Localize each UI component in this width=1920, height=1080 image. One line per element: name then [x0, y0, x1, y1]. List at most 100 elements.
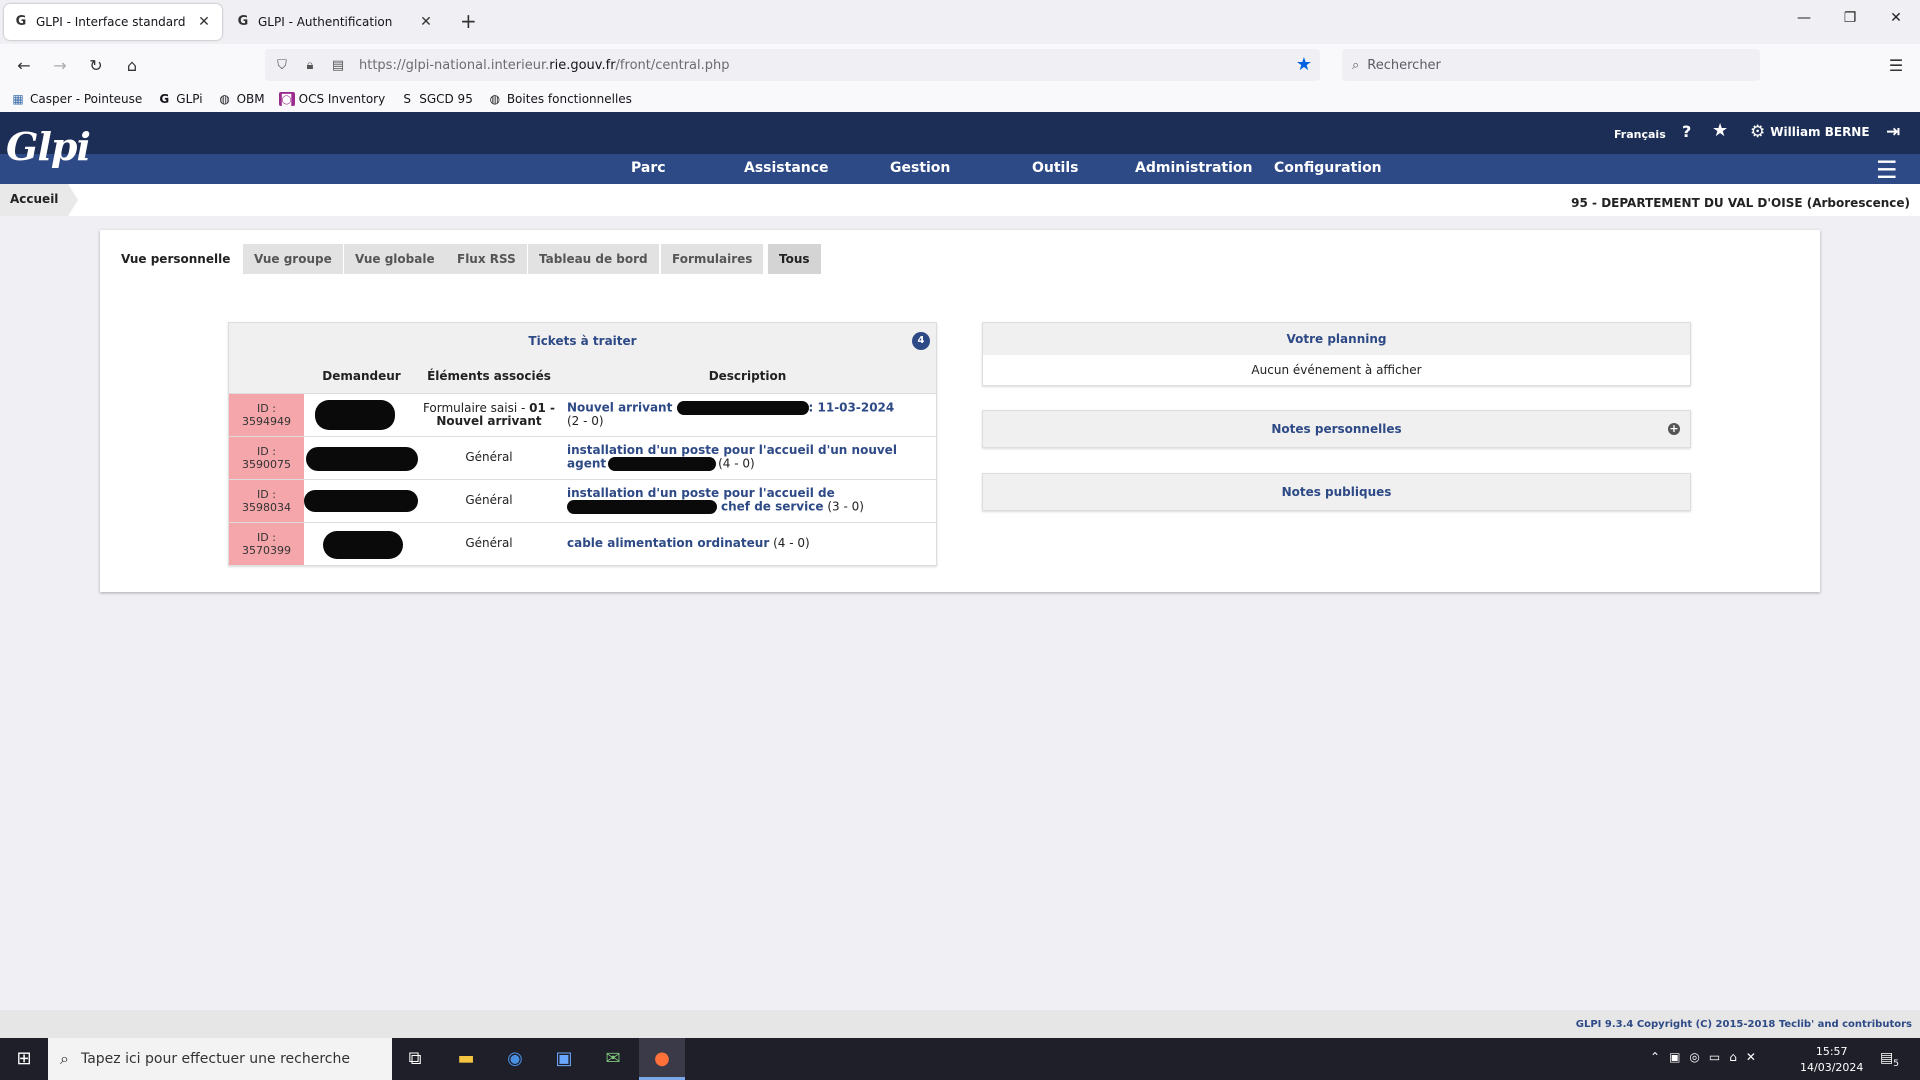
bookmark-casper[interactable]: ▦ Casper - Pointeuse — [10, 92, 142, 106]
menu-parc[interactable]: Parc — [631, 160, 666, 176]
ticket-id[interactable]: ID :3598034 — [229, 478, 304, 522]
table-row[interactable]: ID :3598034 Général installation d'un po… — [229, 478, 936, 522]
tab-formulaires[interactable]: Formulaires — [661, 244, 764, 274]
reload-icon[interactable]: ↻ — [84, 54, 108, 78]
chrome-icon[interactable]: ◉ — [492, 1038, 538, 1080]
ticket-link-date[interactable]: : 11-03-2024 — [809, 401, 895, 415]
add-note-icon[interactable]: + — [1668, 423, 1680, 435]
menu-administration[interactable]: Administration — [1135, 160, 1252, 176]
close-icon[interactable]: ✕ — [418, 14, 434, 30]
menu-outils[interactable]: Outils — [1032, 160, 1079, 176]
table-row[interactable]: ID :3570399 Général cable alimentation o… — [229, 521, 936, 565]
volume-muted-icon[interactable]: ✕ — [1746, 1050, 1756, 1064]
ticket-id[interactable]: ID :3594949 — [229, 392, 304, 436]
network-icon[interactable]: ⌂ — [1729, 1050, 1737, 1064]
public-notes-box: Notes publiques — [982, 473, 1691, 511]
bookmark-sgcd-95[interactable]: S SGCD 95 — [399, 92, 472, 106]
windows-start-icon[interactable]: ⊞ — [0, 1038, 48, 1080]
taskbar-clock[interactable]: 15:57 14/03/2024 — [1800, 1044, 1863, 1076]
assoc-prefix: Formulaire saisi - — [422, 400, 530, 415]
remote-desktop-icon[interactable]: ▣ — [541, 1038, 587, 1080]
help-icon[interactable]: ? — [1682, 122, 1691, 141]
shield-icon[interactable]: ⛉ — [271, 58, 293, 73]
browser-search-bar[interactable]: ⌕ Rechercher — [1342, 49, 1760, 81]
language-selector[interactable]: Français — [1614, 128, 1666, 141]
ticket-id[interactable]: ID :3590075 — [229, 435, 304, 479]
notification-center-icon[interactable]: ▤5 — [1880, 1050, 1899, 1069]
home-icon[interactable]: ⌂ — [120, 54, 144, 78]
tab-tous[interactable]: Tous — [768, 244, 821, 274]
ticket-id[interactable]: ID :3570399 — [229, 521, 304, 565]
entity-selector[interactable]: 95 - DEPARTEMENT DU VAL D'OISE (Arboresc… — [1571, 196, 1910, 210]
glpi-logo[interactable]: Glpi — [6, 124, 91, 169]
associated-items[interactable]: Formulaire saisi - 01 - Nouvel arrivant — [419, 392, 559, 436]
minimize-icon[interactable]: — — [1794, 10, 1814, 26]
redaction-mark — [608, 457, 717, 471]
menu-assistance[interactable]: Assistance — [744, 160, 829, 176]
personal-notes-title[interactable]: Notes personnelles — [1271, 422, 1401, 436]
public-notes-header[interactable]: Notes publiques — [983, 474, 1690, 510]
ticket-description[interactable]: cable alimentation ordinateur (4 - 0) — [559, 521, 936, 565]
bookmark-boites-fonctionnelles[interactable]: ◍ Boites fonctionnelles — [487, 92, 632, 106]
associated-items[interactable]: Général — [419, 478, 559, 522]
url-bar[interactable]: ⛉ 🔒︎ ▤ https://glpi-national.interieur.r… — [265, 49, 1320, 81]
tab-glpi-authentification[interactable]: G GLPI - Authentification ✕ — [226, 4, 444, 40]
main-panel: Vue personnelle Vue groupe Vue globale F… — [100, 230, 1820, 592]
forward-icon[interactable]: → — [48, 54, 72, 78]
bookmark-glpi[interactable]: G GLPi — [156, 92, 202, 106]
back-icon[interactable]: ← — [12, 54, 36, 78]
close-window-icon[interactable]: ✕ — [1886, 10, 1906, 26]
menu-configuration[interactable]: Configuration — [1274, 160, 1382, 176]
tab-flux-rss[interactable]: Flux RSS — [446, 244, 527, 274]
task-view-icon[interactable]: ⧉ — [392, 1038, 438, 1080]
ticket-description[interactable]: installation d'un poste pour l'accueil d… — [559, 478, 936, 522]
mail-icon[interactable]: ✉ — [590, 1038, 636, 1080]
url-text[interactable]: https://glpi-national.interieur.rie.gouv… — [359, 58, 730, 73]
firefox-icon[interactable]: ● — [639, 1038, 685, 1080]
tab-vue-personnelle[interactable]: Vue personnelle — [110, 244, 242, 274]
sync-icon[interactable]: ◎ — [1689, 1050, 1699, 1064]
user-preferences[interactable]: ⚙ William BERNE — [1750, 122, 1870, 142]
chevron-up-icon[interactable]: ⌃ — [1650, 1050, 1660, 1064]
breadcrumb[interactable]: Accueil — [0, 184, 79, 216]
tab-vue-groupe[interactable]: Vue groupe — [243, 244, 343, 274]
ticket-description[interactable]: Nouvel arrivant : 11-03-2024 (2 - 0) — [559, 392, 936, 436]
tab-vue-globale[interactable]: Vue globale — [344, 244, 446, 274]
file-explorer-icon[interactable]: ▬ — [443, 1038, 489, 1080]
new-tab-button[interactable]: + — [460, 11, 477, 31]
browser-navigation-bar: ← → ↻ ⌂ ⛉ 🔒︎ ▤ https://glpi-national.int… — [0, 44, 1920, 86]
tab-glpi-interface-standard[interactable]: G GLPI - Interface standard ✕ — [4, 4, 222, 40]
bookmark-obm[interactable]: ◍ OBM — [217, 92, 264, 106]
logout-icon[interactable]: ⇥ — [1886, 122, 1900, 142]
ticket-description[interactable]: installation d'un poste pour l'accueil d… — [559, 435, 936, 479]
close-icon[interactable]: ✕ — [196, 14, 212, 30]
favorite-star-icon[interactable]: ★ — [1712, 120, 1728, 141]
bookmark-star-icon[interactable]: ★ — [1296, 54, 1312, 75]
security-icon[interactable]: ▣ — [1669, 1050, 1680, 1064]
menu-gestion[interactable]: Gestion — [890, 160, 950, 176]
ticket-link-tail[interactable]: chef de service — [721, 500, 824, 514]
associated-items[interactable]: Général — [419, 435, 559, 479]
lock-icon[interactable]: 🔒︎ — [299, 58, 321, 73]
gear-icon: ⚙ — [1750, 122, 1766, 142]
ticket-link[interactable]: Nouvel arrivant — [567, 401, 677, 415]
tab-tableau-de-bord[interactable]: Tableau de bord — [528, 244, 659, 274]
bookmark-ocs-inventory[interactable]: ◙ OCS Inventory — [278, 92, 385, 106]
search-icon: ⌕ — [1352, 57, 1360, 73]
app-menu-icon[interactable]: ☰ — [1884, 54, 1908, 78]
associated-items[interactable]: Général — [419, 521, 559, 565]
table-header-row: Demandeur Éléments associés Description — [229, 359, 936, 393]
planning-header[interactable]: Votre planning — [983, 323, 1690, 355]
ticket-link[interactable]: installation d'un poste pour l'accueil d… — [567, 486, 835, 500]
restore-icon[interactable]: ❐ — [1840, 10, 1860, 26]
table-row[interactable]: ID :3594949 Formulaire saisi - 01 - Nouve… — [229, 392, 936, 436]
tickets-title[interactable]: Tickets à traiter — [528, 334, 636, 348]
taskbar-search-box[interactable]: ⌕ Tapez ici pour effectuer une recherche — [48, 1038, 392, 1080]
battery-icon[interactable]: ▭ — [1709, 1050, 1720, 1064]
ticket-link[interactable]: cable alimentation ordinateur — [567, 536, 769, 550]
page-info-icon[interactable]: ▤ — [327, 58, 349, 73]
table-row[interactable]: ID :3590075 Général installation d'un po… — [229, 435, 936, 479]
footer-copyright[interactable]: GLPI 9.3.4 Copyright (C) 2015-2018 Tecli… — [1576, 1019, 1912, 1030]
ocs-icon: ◙ — [278, 92, 295, 106]
hamburger-menu-icon[interactable]: ☰ — [1876, 156, 1898, 184]
